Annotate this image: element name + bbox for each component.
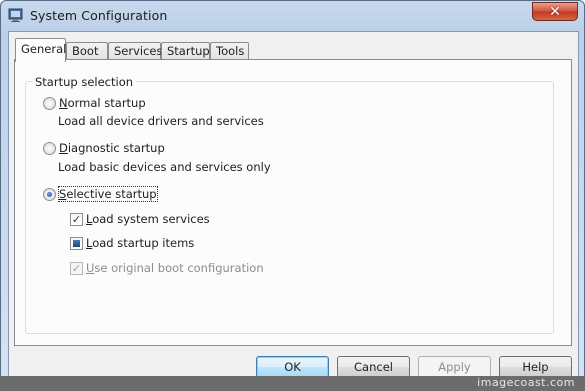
use-original-boot-label: Use original boot configuration — [86, 261, 264, 275]
load-startup-items-label: Load startup items — [86, 236, 194, 250]
label-rest: iagnostic startup — [67, 141, 165, 155]
watermark-strip: imagecoast.com — [0, 376, 585, 391]
use-original-boot-checkbox: ✓ Use original boot configuration — [70, 261, 264, 275]
close-icon: ✕ — [549, 3, 561, 20]
general-tab-page: Startup selection Normal startup Load al… — [14, 59, 572, 346]
system-configuration-window: System Configuration ✕ General Boot Serv… — [0, 0, 585, 391]
load-startup-items-checkbox[interactable]: Load startup items — [70, 236, 194, 250]
normal-startup-radio[interactable]: Normal startup — [43, 96, 146, 110]
label-rest: ormal startup — [67, 96, 146, 110]
client-area: General Boot Services Startup Tools Star… — [8, 31, 579, 384]
label-rest: oad system services — [92, 212, 210, 226]
help-button[interactable]: Help — [499, 356, 572, 378]
close-button[interactable]: ✕ — [532, 2, 578, 21]
mnemonic: N — [59, 96, 68, 110]
selective-startup-radio[interactable]: Selective startup — [43, 186, 158, 202]
diagnostic-startup-description: Load basic devices and services only — [58, 160, 271, 174]
normal-startup-label: Normal startup — [59, 96, 146, 110]
radio-button[interactable] — [43, 141, 56, 155]
diagnostic-startup-label: Diagnostic startup — [59, 141, 165, 155]
radio-button[interactable] — [43, 96, 56, 110]
watermark-text: imagecoast.com — [477, 376, 575, 389]
label-rest: elective startup — [66, 187, 157, 201]
group-label: Startup selection — [32, 75, 137, 89]
diagnostic-startup-radio[interactable]: Diagnostic startup — [43, 141, 165, 155]
startup-selection-group: Startup selection Normal startup Load al… — [25, 75, 554, 334]
cancel-button[interactable]: Cancel — [337, 356, 410, 378]
label-rest: oad startup items — [92, 236, 195, 250]
window-title: System Configuration — [30, 8, 168, 23]
msconfig-icon — [8, 8, 23, 22]
checkbox[interactable] — [70, 236, 83, 250]
tab-general[interactable]: General — [15, 38, 66, 62]
ok-button[interactable]: OK — [256, 356, 329, 378]
checkbox[interactable]: ✓ — [70, 212, 83, 226]
load-system-services-checkbox[interactable]: ✓ Load system services — [70, 212, 210, 226]
selective-startup-label: Selective startup — [58, 186, 158, 202]
checkbox: ✓ — [70, 261, 83, 275]
apply-button: Apply — [418, 356, 491, 378]
checkmark-icon: ✓ — [71, 212, 82, 226]
mnemonic: D — [59, 141, 68, 155]
normal-startup-description: Load all device drivers and services — [58, 114, 264, 128]
load-system-services-label: Load system services — [86, 212, 210, 226]
checkmark-icon: ✓ — [71, 261, 82, 275]
label-rest: se original boot configuration — [94, 261, 264, 275]
title-bar[interactable]: System Configuration ✕ — [1, 1, 584, 31]
radio-button[interactable] — [43, 187, 56, 201]
